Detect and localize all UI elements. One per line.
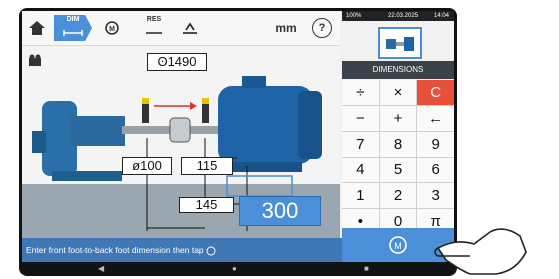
key-4[interactable]: 4 xyxy=(342,157,379,183)
sensor-right xyxy=(202,101,209,123)
key-divide[interactable]: ÷ xyxy=(342,80,379,105)
front-foot-distance-label[interactable]: 145 xyxy=(179,197,234,213)
help-button[interactable]: ? xyxy=(310,15,334,41)
pump-inlet xyxy=(32,131,46,153)
measure-icon: M xyxy=(105,21,119,35)
key-1[interactable]: 1 xyxy=(342,183,379,209)
home-icon xyxy=(29,21,45,35)
key-5[interactable]: 5 xyxy=(379,157,417,183)
motor-base xyxy=(222,162,302,172)
key-8[interactable]: 8 xyxy=(379,131,417,157)
dimensions-header: DIMENSIONS xyxy=(342,61,454,79)
nav-recent-icon[interactable]: ■ xyxy=(364,264,369,273)
move-icon xyxy=(183,22,197,34)
rpm-label[interactable]: ʘ1490 xyxy=(147,53,207,71)
nav-back-icon[interactable]: ◀ xyxy=(98,264,104,273)
app-screen: DIM M RES mm ? ʘ1490 ø100 115 145 300 10… xyxy=(22,11,454,262)
foot-to-foot-input[interactable]: 300 xyxy=(239,196,321,226)
key-minus[interactable]: − xyxy=(342,105,379,131)
coupling-diameter-label[interactable]: ø100 xyxy=(122,157,172,175)
status-time: 14:04 xyxy=(434,13,450,19)
help-icon: ? xyxy=(312,18,332,38)
instruction-bar: Enter front foot-to-back foot dimension … xyxy=(22,238,342,262)
tab-results[interactable]: RES xyxy=(140,15,168,41)
key-2[interactable]: 2 xyxy=(379,183,417,209)
coupling-thumbnail-icon xyxy=(386,37,414,51)
right-panel: DIMENSIONS ÷ × C − + ← 7 8 9 4 5 6 1 2 3… xyxy=(342,21,454,238)
laser-arrow xyxy=(190,102,197,110)
tab-move[interactable] xyxy=(178,15,202,41)
tab-measure[interactable]: M xyxy=(100,15,124,41)
unit-button[interactable]: mm xyxy=(274,15,298,41)
results-icon xyxy=(146,31,162,34)
keypad: ÷ × C − + ← 7 8 9 4 5 6 1 2 3 • 0 π xyxy=(342,80,454,234)
tab-dim[interactable]: DIM xyxy=(54,15,92,41)
key-clear[interactable]: C xyxy=(417,80,454,105)
status-bar: 100% 22.03.2025 14:04 xyxy=(342,11,454,21)
instruction-text: Enter front foot-to-back foot dimension … xyxy=(26,245,204,255)
key-6[interactable]: 6 xyxy=(417,157,454,183)
toolbar: DIM M RES mm ? xyxy=(22,11,340,46)
key-plus[interactable]: + xyxy=(379,105,417,131)
status-date: 22.03.2025 xyxy=(388,13,419,19)
pump-base xyxy=(52,171,122,181)
key-multiply[interactable]: × xyxy=(379,80,417,105)
res-tab-label: RES xyxy=(146,15,162,23)
key-9[interactable]: 9 xyxy=(417,131,454,157)
key-7[interactable]: 7 xyxy=(342,131,379,157)
home-button[interactable] xyxy=(24,15,50,41)
dimension-arrow-icon xyxy=(63,29,83,36)
svg-text:M: M xyxy=(109,26,115,33)
key-3[interactable]: 3 xyxy=(417,183,454,209)
key-backspace[interactable]: ← xyxy=(417,105,454,131)
sensor-left xyxy=(142,101,149,123)
pointing-hand-icon xyxy=(434,228,527,275)
dim-tab-label: DIM xyxy=(66,15,80,23)
nav-home-icon[interactable]: ● xyxy=(232,264,237,273)
coupling-thumbnail xyxy=(378,27,422,59)
coupling xyxy=(169,117,191,143)
sensor-distance-label[interactable]: 115 xyxy=(181,157,233,175)
measure-icon: M xyxy=(389,236,407,254)
svg-text:M: M xyxy=(394,241,402,251)
battery-indicator: 100% xyxy=(346,13,362,19)
pump-body xyxy=(70,116,125,146)
measure-icon-inline xyxy=(206,246,216,256)
machine-view: ʘ1490 ø100 115 145 300 xyxy=(22,46,340,238)
